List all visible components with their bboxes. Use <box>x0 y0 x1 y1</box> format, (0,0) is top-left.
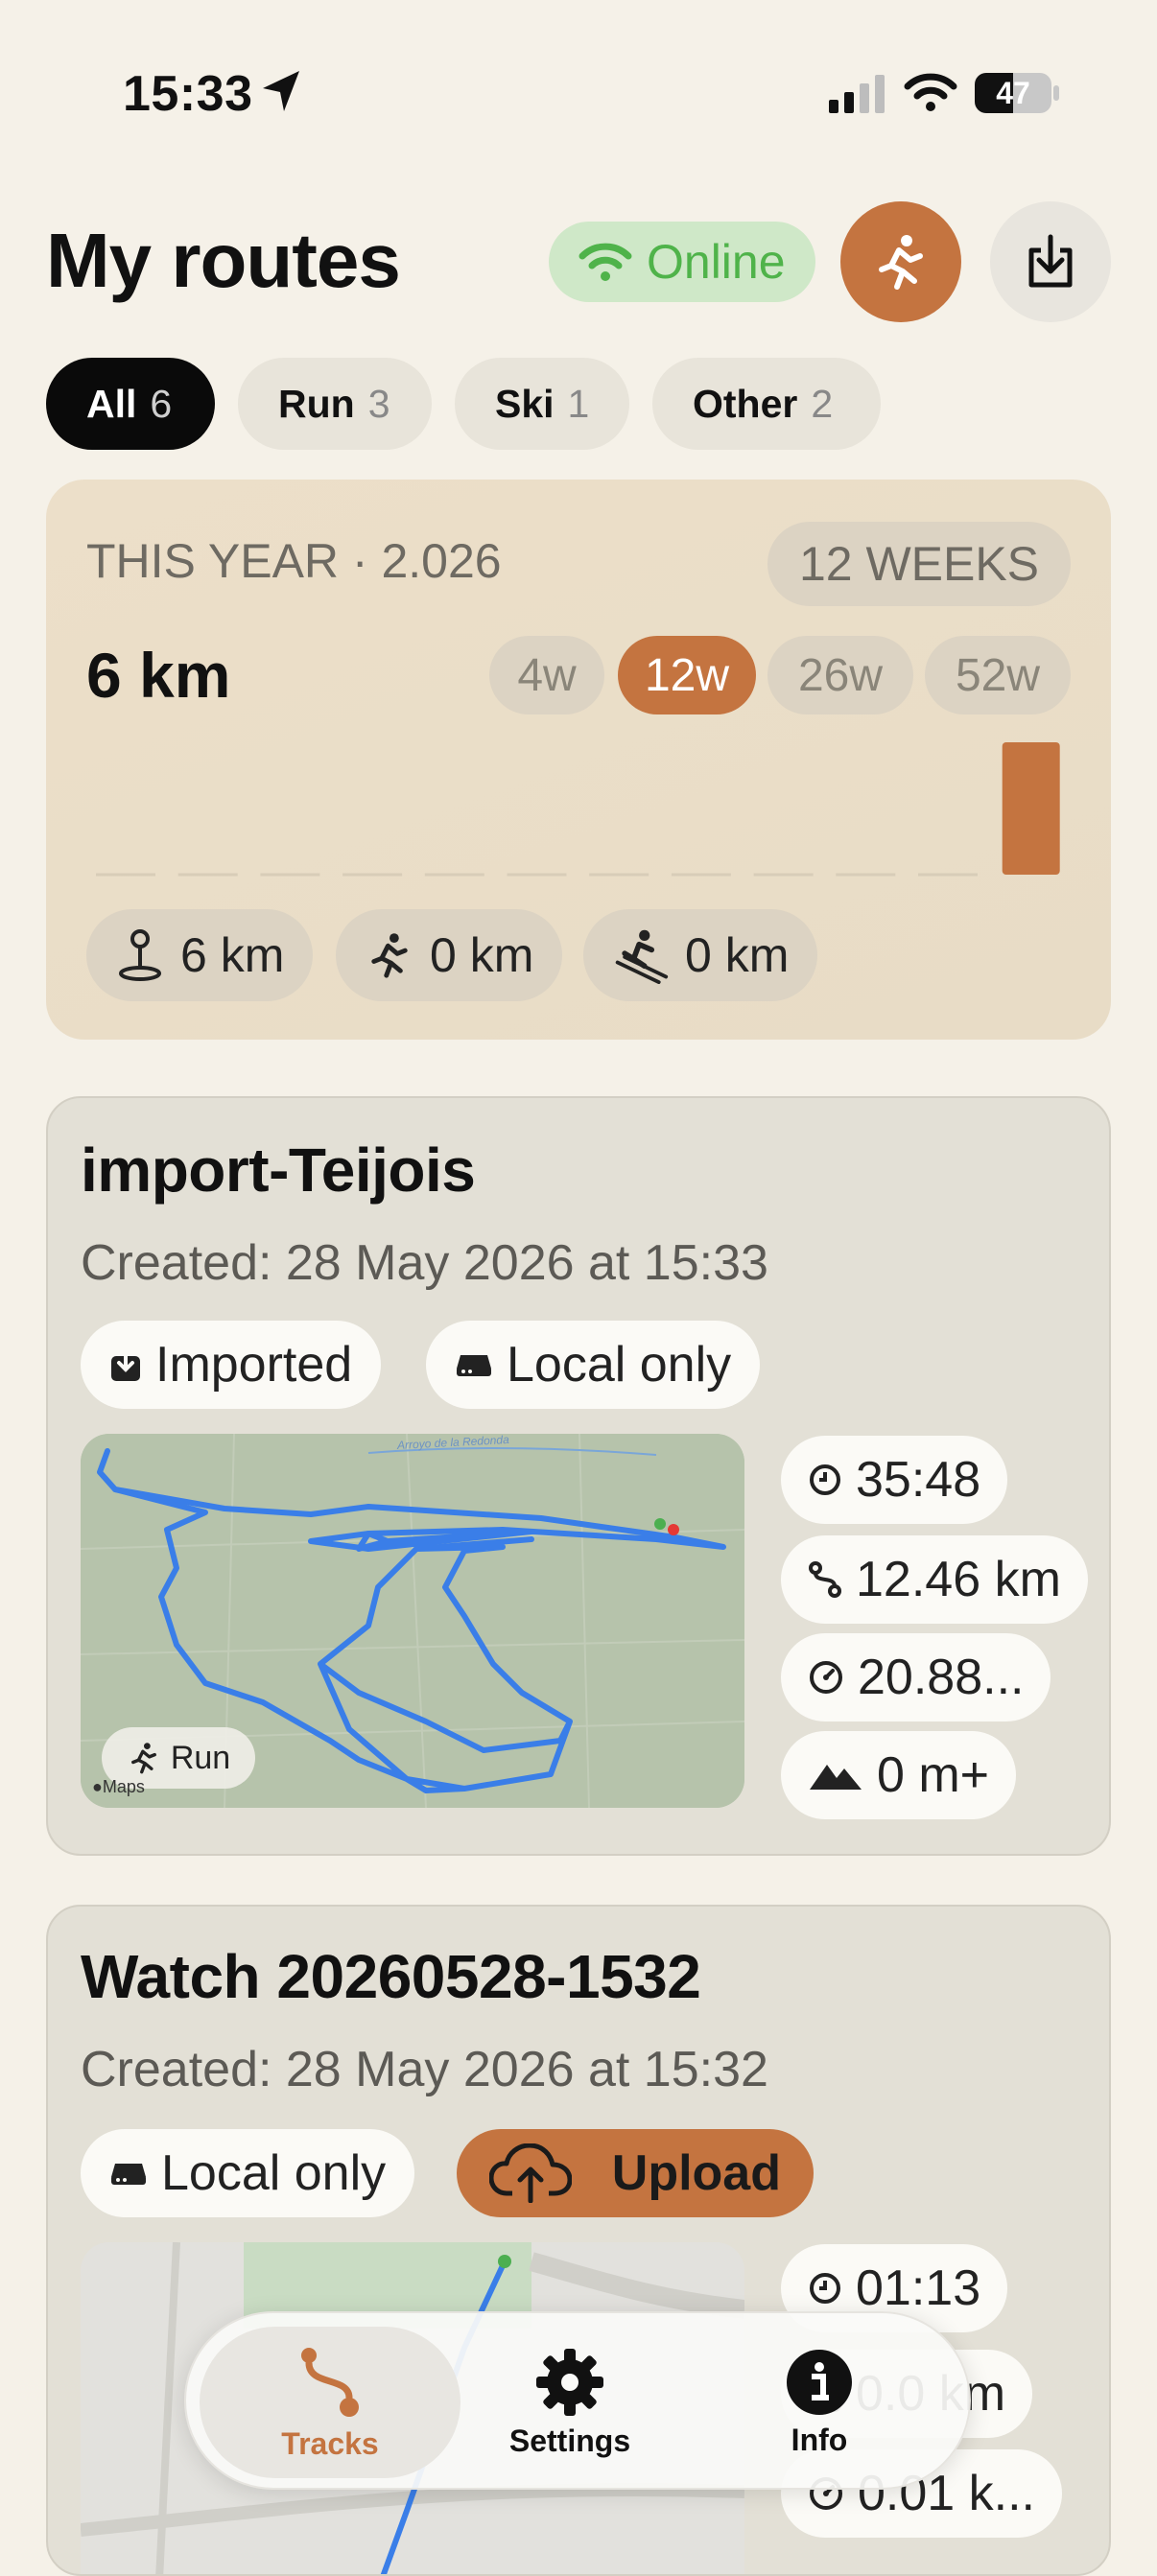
filter-chip-ski[interactable]: Ski 1 <box>455 358 629 450</box>
route-created: Created: 28 May 2026 at 15:33 <box>81 1235 768 1291</box>
total-distance: 6 km <box>86 640 231 711</box>
tab-bar: Tracks Settings Info <box>184 2311 971 2490</box>
metric-distance: 12.46 km <box>781 1535 1088 1624</box>
gear-icon <box>536 2348 603 2416</box>
stat-ski: 0 km <box>583 909 818 1001</box>
speedometer-icon <box>810 1661 842 1694</box>
range-4w[interactable]: 4w <box>489 636 604 714</box>
cloud-upload-icon <box>489 2143 572 2203</box>
drive-icon <box>457 1355 491 1376</box>
route-card[interactable]: import-Teijois Created: 28 May 2026 at 1… <box>46 1096 1111 1856</box>
filter-label: Other <box>693 381 798 426</box>
tag-label: Local only <box>507 1337 732 1393</box>
battery-tip <box>1053 85 1059 101</box>
weeks-badge: 12 WEEKS <box>767 522 1071 606</box>
download-tray-icon <box>1028 234 1073 288</box>
range-26w[interactable]: 26w <box>767 636 913 714</box>
filter-count: 3 <box>367 381 390 426</box>
metric-value: 35:48 <box>856 1452 981 1508</box>
stat-value: 6 km <box>180 928 285 982</box>
route-title: Watch 20260528-1532 <box>81 1942 701 2011</box>
activity-label: Run <box>170 1739 231 1776</box>
local-only-badge: Local only <box>426 1321 761 1409</box>
metric-value: 0 m+ <box>877 1747 990 1803</box>
route-created: Created: 28 May 2026 at 15:32 <box>81 2042 768 2097</box>
battery-level: 47 <box>996 76 1030 110</box>
start-run-button[interactable] <box>840 201 961 322</box>
clock-icon <box>810 1464 840 1495</box>
tab-settings[interactable]: Settings <box>474 2327 666 2478</box>
route-title: import-Teijois <box>81 1136 476 1205</box>
clock-icon <box>810 2273 840 2304</box>
stat-value: 0 km <box>430 928 534 982</box>
battery-icon: 47 <box>975 73 1051 113</box>
tab-tracks[interactable]: Tracks <box>200 2327 460 2478</box>
run-icon <box>130 1743 156 1774</box>
filter-count: 2 <box>811 381 834 426</box>
range-52w[interactable]: 52w <box>925 636 1071 714</box>
metric-value: 12.46 km <box>856 1552 1061 1607</box>
filter-count: 6 <box>150 381 173 426</box>
run-icon <box>879 235 923 290</box>
filter-count: 1 <box>567 381 590 426</box>
filter-label: All <box>86 381 137 426</box>
map-credit: ●Maps <box>92 1777 145 1797</box>
tab-label: Settings <box>508 2423 631 2458</box>
filter-chip-all[interactable]: All 6 <box>46 358 215 450</box>
import-icon <box>111 1347 140 1381</box>
online-label: Online <box>647 235 786 289</box>
filter-chip-other[interactable]: Other 2 <box>652 358 881 450</box>
status-time: 15:33 <box>123 66 253 122</box>
tag-label: Imported <box>155 1337 353 1393</box>
route-map[interactable]: Run ●Maps Arroyo de la Redonda <box>81 1434 744 1808</box>
filter-chip-run[interactable]: Run 3 <box>238 358 432 450</box>
import-button[interactable] <box>990 201 1111 322</box>
apple-logo-icon: ● <box>92 1777 103 1796</box>
upload-button[interactable]: Upload <box>457 2129 814 2217</box>
weekly-distance-chart <box>96 742 1060 877</box>
ski-icon <box>615 929 669 984</box>
metric-value: 01:13 <box>856 2260 981 2316</box>
pin-icon <box>119 929 161 981</box>
map-credit-label: Maps <box>102 1777 145 1796</box>
mountains-icon <box>810 1765 862 1790</box>
tag-label: Local only <box>161 2145 387 2201</box>
metric-value: 20.88... <box>858 1650 1025 1705</box>
period-label: THIS YEAR · 2.026 <box>86 534 502 588</box>
metric-pace: 20.88... <box>781 1633 1051 1721</box>
drive-icon <box>111 2164 146 2185</box>
cellular-signal-icon <box>829 75 885 113</box>
metric-duration: 35:48 <box>781 1436 1008 1524</box>
stat-run: 0 km <box>336 909 563 1001</box>
yearly-summary-card: THIS YEAR · 2.026 12 WEEKS 6 km 4w 12w 2… <box>46 480 1111 1040</box>
range-12w[interactable]: 12w <box>618 636 756 714</box>
local-only-badge: Local only <box>81 2129 415 2217</box>
route-icon <box>809 1561 841 1598</box>
upload-label: Upload <box>611 2145 781 2201</box>
metric-elevation: 0 m+ <box>781 1731 1017 1819</box>
stat-value: 0 km <box>685 928 790 982</box>
imported-badge: Imported <box>81 1321 382 1409</box>
tab-label: Tracks <box>281 2425 379 2461</box>
info-icon <box>787 2349 852 2415</box>
filter-label: Run <box>278 381 355 426</box>
location-arrow-icon <box>263 71 299 111</box>
online-status-badge[interactable]: Online <box>549 222 815 302</box>
wifi-icon <box>578 243 632 281</box>
tab-label: Info <box>791 2422 848 2457</box>
tab-info[interactable]: Info <box>723 2327 915 2478</box>
filter-label: Ski <box>495 381 555 426</box>
stat-total: 6 km <box>86 909 314 1001</box>
run-icon <box>371 933 408 978</box>
route-icon <box>301 2347 359 2417</box>
week-bar <box>1002 742 1060 875</box>
page-title: My routes <box>46 218 401 303</box>
wifi-icon <box>904 73 957 111</box>
